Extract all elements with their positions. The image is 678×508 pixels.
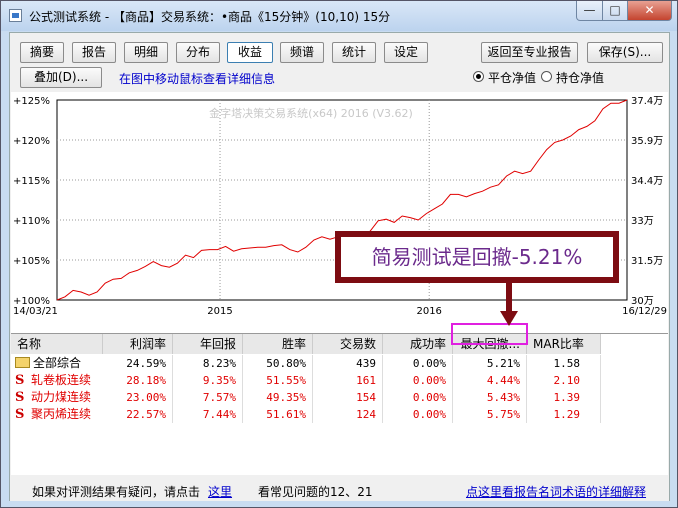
- folder-icon: [15, 357, 30, 368]
- table-cell: 7.44%: [173, 406, 243, 423]
- x-tick-label: 2015: [207, 306, 232, 317]
- row-name: S 动力煤连续: [15, 389, 91, 406]
- table-cell: 51.55%: [243, 372, 313, 389]
- table-cell: 28.18%: [103, 372, 173, 389]
- status-here-link[interactable]: 这里: [208, 483, 232, 500]
- y-left-tick-label: +110%: [13, 216, 50, 227]
- y-left-tick-label: +105%: [13, 256, 50, 267]
- table-cell: 0.00%: [383, 389, 453, 406]
- tab-statistics[interactable]: 统计: [332, 42, 376, 63]
- table-cell: 0.00%: [383, 406, 453, 423]
- flat-equity-radio[interactable]: [473, 71, 484, 82]
- table-cell: 5.21%: [453, 355, 527, 372]
- y-right-tick-label: 37.4万: [631, 96, 663, 107]
- tab-summary[interactable]: 摘要: [20, 42, 64, 63]
- tab-details[interactable]: 明细: [124, 42, 168, 63]
- row-name-text: 聚丙烯连续: [31, 407, 92, 421]
- table-cell: 0.00%: [383, 355, 453, 372]
- tab-returns[interactable]: 收益: [227, 42, 273, 63]
- status-question-text: 如果对评测结果有疑问，请点击: [32, 485, 201, 499]
- col-winrate-header[interactable]: 胜率: [243, 334, 313, 354]
- status-faq-text: 看常见问题的12、21: [258, 485, 373, 499]
- table-cell: 8.23%: [173, 355, 243, 372]
- table-cell: 7.57%: [173, 389, 243, 406]
- row-name: S 聚丙烯连续: [15, 406, 91, 423]
- table-cell: 51.61%: [243, 406, 313, 423]
- title-bar: 公式测试系统 - 【商品】交易系统：•商品《15分钟》(10,10) 15分 —…: [1, 1, 677, 31]
- holding-equity-label: 持仓净值: [556, 71, 605, 85]
- x-end-label: 16/12/29: [622, 306, 667, 317]
- y-left-tick-label: +120%: [13, 136, 50, 147]
- col-annual-header[interactable]: 年回报: [173, 334, 243, 354]
- table-cell: 5.43%: [453, 389, 527, 406]
- flat-equity-label: 平仓净值: [488, 71, 537, 85]
- strategy-s-icon: S: [15, 373, 25, 388]
- table-row[interactable]: S 动力煤连续 23.00% 7.57% 49.35% 154 0.00% 5.43% 1.39: [11, 389, 601, 406]
- tab-settings[interactable]: 设定: [384, 42, 428, 63]
- y-left-tick-label: +115%: [13, 176, 50, 187]
- table-row[interactable]: 全部综合 24.59% 8.23% 50.80% 439 0.00% 5.21% 1.58: [11, 355, 601, 372]
- x-tick-label: 2016: [416, 306, 441, 317]
- row-name-text: 动力煤连续: [31, 390, 92, 404]
- equity-chart[interactable]: +125% 37.4万 +120% 35.9万 +115% 34.4万 +110% 33万 +1…: [11, 92, 668, 333]
- table-cell: 161: [313, 372, 383, 389]
- table-cell: 124: [313, 406, 383, 423]
- table-cell: 24.59%: [103, 355, 173, 372]
- chart-watermark: 金字塔决策交易系统(x64) 2016 (V3.62): [209, 106, 413, 120]
- table-row[interactable]: S 轧卷板连续 28.18% 9.35% 51.55% 161 0.00% 4.44% 2.10: [11, 372, 601, 389]
- back-to-report-button[interactable]: 返回至专业报告: [481, 42, 578, 63]
- app-window: 公式测试系统 - 【商品】交易系统：•商品《15分钟》(10,10) 15分 —…: [0, 0, 678, 508]
- callout-arrow: [500, 281, 518, 326]
- table-cell: 1.39: [527, 389, 601, 406]
- equity-chart-svg: +125% 37.4万 +120% 35.9万 +115% 34.4万 +110% 33万 +1…: [13, 96, 667, 317]
- col-mar-header[interactable]: MAR比率: [527, 334, 601, 354]
- table-cell: 1.58: [527, 355, 601, 372]
- strategy-s-icon: S: [15, 407, 25, 422]
- table-cell: 1.29: [527, 406, 601, 423]
- y-right-tick-label: 33万: [631, 216, 654, 227]
- col-trades-header[interactable]: 交易数: [313, 334, 383, 354]
- drawdown-callout: 简易测试是回撤-5.21%: [335, 231, 619, 283]
- table-cell: 4.44%: [453, 372, 527, 389]
- table-cell: 2.10: [527, 372, 601, 389]
- row-name: S 轧卷板连续: [15, 372, 91, 389]
- tab-distribution[interactable]: 分布: [176, 42, 220, 63]
- maximize-button[interactable]: □: [602, 1, 628, 21]
- save-button[interactable]: 保存(S)...: [587, 42, 663, 63]
- row-name-text: 轧卷板连续: [31, 373, 92, 387]
- y-left-tick-label: +125%: [13, 96, 50, 107]
- tab-spectrum[interactable]: 频谱: [280, 42, 324, 63]
- table-cell: 9.35%: [173, 372, 243, 389]
- hover-hint: 在图中移动鼠标查看详细信息: [119, 72, 276, 86]
- holding-equity-radio[interactable]: [541, 71, 552, 82]
- row-name-text: 全部综合: [33, 356, 82, 370]
- y-right-tick-label: 34.4万: [631, 176, 663, 187]
- x-start-label: 14/03/21: [13, 306, 58, 317]
- app-icon: [9, 9, 22, 22]
- strategy-s-icon: S: [15, 390, 25, 405]
- table-row[interactable]: S 聚丙烯连续 22.57% 7.44% 51.61% 124 0.00% 5.75% 1.29: [11, 406, 601, 423]
- glossary-link[interactable]: 点这里看报告名词术语的详细解释: [466, 483, 646, 500]
- table-cell: 50.80%: [243, 355, 313, 372]
- y-right-tick-label: 31.5万: [631, 256, 663, 267]
- close-button[interactable]: ✕: [627, 1, 672, 21]
- results-table: 名称 利润率 年回报 胜率 交易数 成功率 最大回撤... MAR比率 全部综合…: [11, 333, 668, 476]
- col-name-header[interactable]: 名称: [11, 334, 103, 354]
- table-cell: 49.35%: [243, 389, 313, 406]
- table-cell: 154: [313, 389, 383, 406]
- window-title: 公式测试系统 - 【商品】交易系统：•商品《15分钟》(10,10) 15分: [29, 10, 391, 24]
- table-cell: 439: [313, 355, 383, 372]
- tab-report[interactable]: 报告: [72, 42, 116, 63]
- table-cell: 5.75%: [453, 406, 527, 423]
- col-success-header[interactable]: 成功率: [383, 334, 453, 354]
- col-profit-header[interactable]: 利润率: [103, 334, 173, 354]
- table-cell: 22.57%: [103, 406, 173, 423]
- overlay-button[interactable]: 叠加(D)...: [20, 67, 102, 88]
- table-cell: 0.00%: [383, 372, 453, 389]
- row-name: 全部综合: [15, 355, 81, 372]
- table-cell: 23.00%: [103, 389, 173, 406]
- minimize-button[interactable]: —: [576, 1, 603, 21]
- y-right-tick-label: 35.9万: [631, 136, 663, 147]
- status-bar: 如果对评测结果有疑问，请点击 这里 看常见问题的12、21 点这里看报告名词术语…: [10, 475, 669, 501]
